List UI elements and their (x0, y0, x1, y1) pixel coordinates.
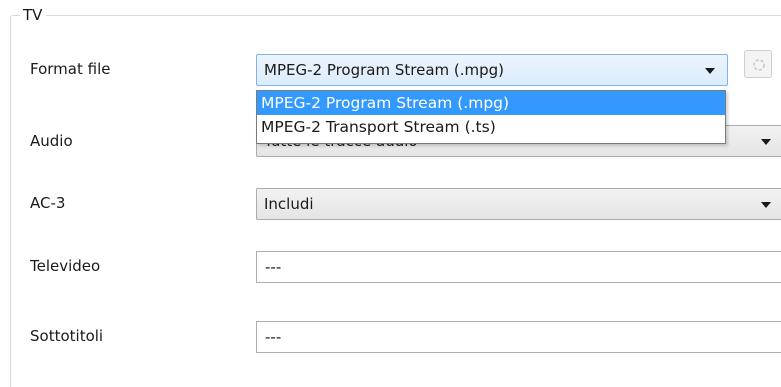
sottotitoli-label: Sottotitoli (30, 327, 104, 345)
format-file-dropdown-list: MPEG-2 Program Stream (.mpg) MPEG-2 Tran… (256, 90, 726, 144)
format-option-ts[interactable]: MPEG-2 Transport Stream (.ts) (257, 115, 725, 139)
tv-settings-panel: TV Format file MPEG-2 Program Stream (.m… (0, 0, 781, 387)
televideo-field[interactable]: --- (256, 251, 781, 283)
group-title: TV (20, 5, 47, 25)
sottotitoli-field[interactable]: --- (256, 321, 781, 353)
settings-icon (753, 59, 765, 71)
format-file-value: MPEG-2 Program Stream (.mpg) (264, 61, 505, 79)
format-file-combo[interactable]: MPEG-2 Program Stream (.mpg) (256, 54, 728, 86)
chevron-down-icon (761, 202, 771, 208)
ac3-combo[interactable]: Includi (256, 188, 781, 220)
format-file-label: Format file (30, 60, 111, 78)
chevron-down-icon (705, 68, 715, 74)
chevron-down-icon (761, 139, 771, 145)
format-option-mpg[interactable]: MPEG-2 Program Stream (.mpg) (257, 91, 725, 115)
audio-label: Audio (30, 132, 73, 150)
settings-button[interactable] (744, 50, 772, 78)
ac3-label: AC-3 (30, 194, 66, 212)
ac3-value: Includi (264, 195, 314, 213)
televideo-label: Televideo (30, 257, 101, 275)
